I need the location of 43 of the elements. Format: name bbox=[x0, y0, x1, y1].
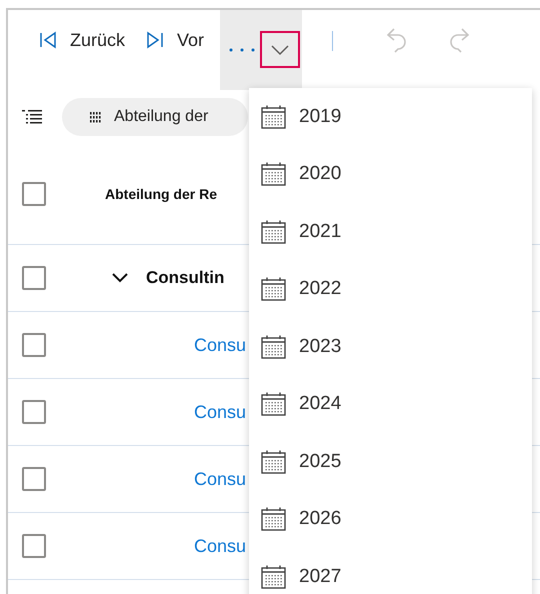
calendar-icon bbox=[261, 392, 286, 416]
forward-button[interactable]: Vor bbox=[139, 17, 210, 63]
row-checkbox[interactable] bbox=[22, 266, 46, 290]
row-checkbox[interactable] bbox=[22, 400, 46, 424]
skip-forward-icon bbox=[145, 30, 166, 50]
record-link[interactable]: Consu bbox=[194, 332, 246, 358]
select-all-checkbox[interactable] bbox=[22, 182, 46, 206]
menu-item[interactable]: 2027 bbox=[249, 548, 532, 594]
calendar-icon bbox=[261, 564, 286, 589]
menu-item[interactable]: 2026 bbox=[249, 490, 532, 548]
menu-item[interactable]: 2022 bbox=[249, 260, 532, 318]
more-icon bbox=[228, 47, 256, 53]
calendar-icon bbox=[261, 334, 286, 359]
menu-item[interactable]: 2023 bbox=[249, 318, 532, 376]
record-link[interactable]: Consu bbox=[194, 532, 246, 560]
menu-item[interactable]: 2019 bbox=[249, 88, 532, 146]
skip-back-icon bbox=[38, 30, 58, 50]
row-checkbox[interactable] bbox=[22, 534, 46, 558]
row-checkbox[interactable] bbox=[22, 333, 46, 357]
calendar-icon bbox=[261, 220, 286, 244]
calendar-icon bbox=[261, 104, 286, 129]
record-link[interactable]: Consu bbox=[194, 398, 246, 426]
group-label: Consultin bbox=[146, 267, 224, 290]
expand-toggle[interactable] bbox=[110, 272, 130, 284]
chevron-down-icon bbox=[270, 44, 290, 56]
calendar-icon bbox=[261, 450, 286, 474]
menu-item[interactable]: 2024 bbox=[249, 376, 532, 433]
menu-item[interactable]: 2025 bbox=[249, 433, 532, 490]
column-header[interactable]: Abteilung der Re bbox=[105, 184, 218, 204]
grid-dots-icon bbox=[90, 112, 102, 122]
back-button[interactable]: Zurück bbox=[32, 17, 132, 63]
menu-item[interactable]: 2021 bbox=[249, 203, 532, 260]
row-checkbox[interactable] bbox=[22, 467, 46, 491]
record-link[interactable]: Consu bbox=[194, 466, 246, 492]
calendar-icon bbox=[261, 162, 286, 186]
dropdown-button[interactable] bbox=[260, 31, 300, 68]
redo-icon bbox=[447, 27, 472, 53]
list-icon bbox=[22, 109, 42, 125]
calendar-icon bbox=[261, 277, 286, 302]
group-by-chip[interactable]: Abteilung der bbox=[62, 98, 248, 136]
calendar-icon bbox=[261, 507, 286, 532]
chevron-icon bbox=[111, 272, 129, 284]
menu-item[interactable]: 2020 bbox=[249, 146, 532, 203]
